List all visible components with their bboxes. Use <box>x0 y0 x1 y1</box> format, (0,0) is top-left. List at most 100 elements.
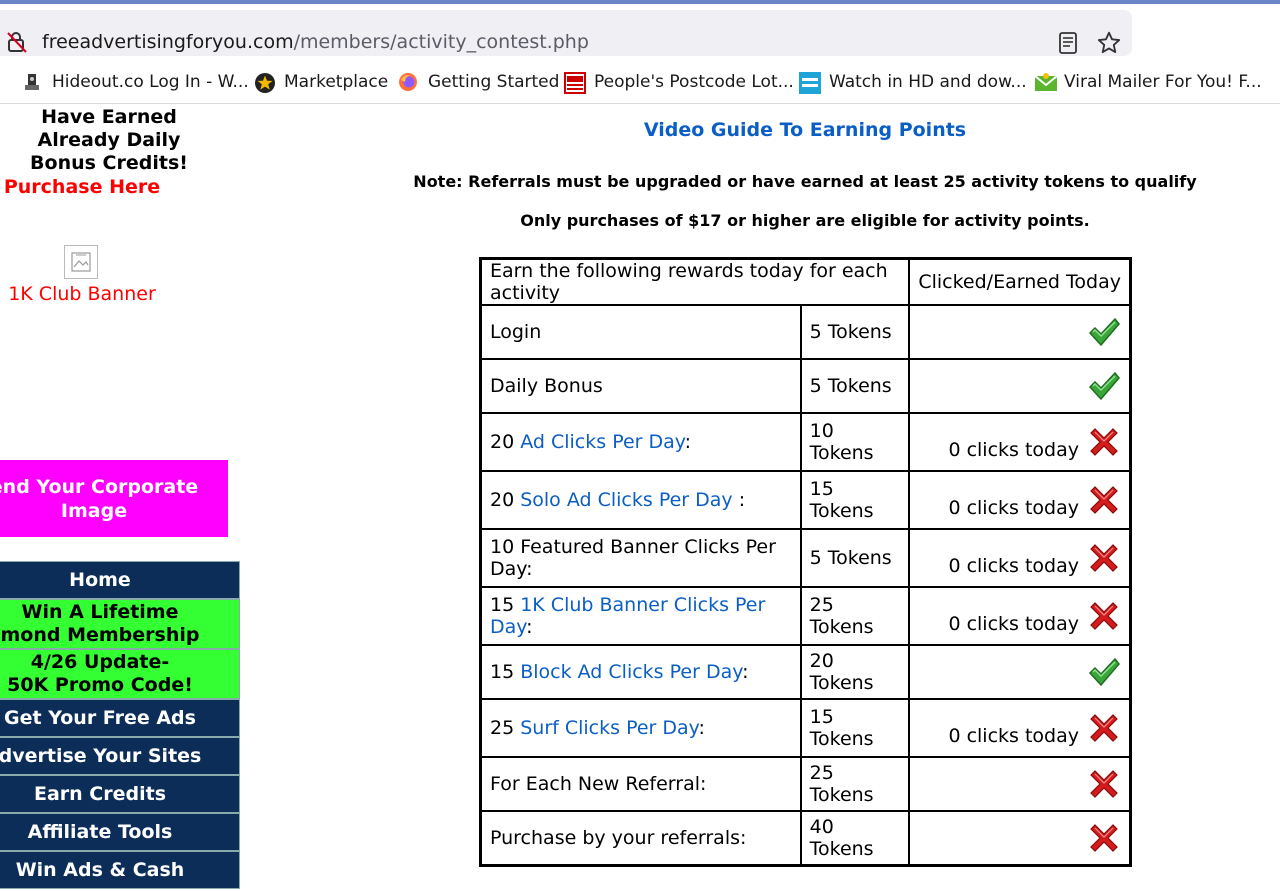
table-row: Daily Bonus 5 Tokens <box>479 358 1132 414</box>
cross-icon <box>1087 599 1121 633</box>
activity-cell: 10 Featured Banner Clicks Per Day: <box>479 528 802 588</box>
reward-cell: 40 Tokens <box>799 810 911 866</box>
bookmark-label: People's Postcode Lot... <box>594 72 794 92</box>
menu-item[interactable]: Home <box>0 561 240 599</box>
bookmark-hideout[interactable]: Hideout.co Log In - W... <box>22 70 249 94</box>
activity-text: 10 Featured Banner Clicks Per Day: <box>490 536 776 580</box>
activity-suffix: : <box>684 431 692 453</box>
cross-icon <box>1087 483 1121 517</box>
bookmark-postcode-lottery[interactable]: People's Postcode Lot... <box>564 70 794 94</box>
activity-link[interactable]: Solo Ad Clicks Per Day <box>520 489 732 511</box>
toolbar-divider <box>0 103 1280 104</box>
status-cell <box>908 756 1132 812</box>
reward-cell: 5 Tokens <box>799 358 911 414</box>
status-wrapper <box>918 767 1121 801</box>
bookmark-label: Getting Started <box>428 72 560 92</box>
status-cell: 0 clicks today <box>908 470 1132 530</box>
status-wrapper: 0 clicks today <box>918 709 1121 747</box>
activity-text: 15 <box>490 594 521 616</box>
url-domain: freeadvertisingforyou.com <box>42 31 294 53</box>
activity-cell: Daily Bonus <box>479 358 802 414</box>
activity-text: 25 <box>490 717 521 739</box>
status-cell <box>908 644 1132 700</box>
video-guide-link[interactable]: Video Guide To Earning Points <box>480 119 1130 141</box>
status-cell: 0 clicks today <box>908 412 1132 472</box>
header-status: Clicked/Earned Today <box>908 257 1132 306</box>
broken-image-icon[interactable] <box>64 245 98 279</box>
checkmark-icon <box>1087 369 1121 403</box>
activity-suffix: : <box>742 661 749 683</box>
firefox-icon <box>398 72 418 92</box>
corporate-image-banner[interactable]: end Your Corporate Image <box>0 460 228 537</box>
reward-cell: 5 Tokens <box>799 528 911 588</box>
address-bar[interactable]: freeadvertisingforyou.com/members/activi… <box>0 10 1132 56</box>
activity-text: 15 <box>490 661 521 683</box>
menu-item-label: Win Ads & Cash <box>15 858 185 881</box>
sidebar-menu: Home Win A Lifetime mond Membership 4/26 Up… <box>0 561 242 889</box>
status-wrapper <box>918 315 1121 349</box>
table-row: 25 Surf Clicks Per Day: 15 Tokens 0 clicks… <box>479 698 1132 758</box>
bookmark-label: Hideout.co Log In - W... <box>52 72 249 92</box>
menu-item[interactable]: Get Your Free Ads <box>0 699 240 737</box>
menu-item[interactable]: 4/26 Update- 50K Promo Code! <box>0 649 240 699</box>
activity-suffix: : <box>526 616 533 638</box>
referral-note: Note: Referrals must be upgraded or have… <box>413 172 1197 191</box>
activity-link[interactable]: Block Ad Clicks Per Day <box>520 661 742 683</box>
header-activity: Earn the following rewards today for eac… <box>479 257 911 306</box>
status-wrapper <box>918 369 1121 403</box>
activity-link[interactable]: Ad Clicks Per Day <box>520 431 684 453</box>
bookmark-viral-mailer[interactable]: Viral Mailer For You! F... <box>1034 70 1262 94</box>
menu-item-label: mond Membership <box>0 624 200 646</box>
status-wrapper: 0 clicks today <box>918 597 1121 635</box>
status-wrapper <box>918 655 1121 689</box>
cross-icon <box>1087 425 1121 459</box>
menu-item-label: dvertise Your Sites <box>0 744 202 767</box>
cross-icon <box>1087 767 1121 801</box>
status-cell <box>908 304 1132 360</box>
status-cell <box>908 358 1132 414</box>
clicks-today-text: 0 clicks today <box>948 613 1079 635</box>
activity-link[interactable]: Surf Clicks Per Day <box>520 717 698 739</box>
checkmark-icon <box>1087 315 1121 349</box>
menu-item[interactable]: dvertise Your Sites <box>0 737 240 775</box>
checkmark-icon <box>1087 655 1121 689</box>
menu-item-label: Win A Lifetime <box>21 601 179 623</box>
menu-item-label: Earn Credits <box>33 782 167 805</box>
bookmark-star-icon[interactable] <box>1096 30 1122 56</box>
rewards-table: Earn the following rewards today for eac… <box>479 257 1132 867</box>
insecure-lock-icon[interactable] <box>6 30 28 54</box>
menu-item[interactable]: Earn Credits <box>0 775 240 813</box>
menu-item[interactable]: Win A Lifetime mond Membership <box>0 599 240 649</box>
cross-icon <box>1087 711 1121 745</box>
menu-item[interactable]: Affiliate Tools <box>0 813 240 851</box>
activity-suffix: : <box>698 717 705 739</box>
activity-cell: Purchase by your referrals: <box>479 810 802 866</box>
clicks-today-text: 0 clicks today <box>948 439 1079 461</box>
menu-item-label: Affiliate Tools <box>27 820 173 843</box>
status-cell <box>908 810 1132 866</box>
table-row: 20 Ad Clicks Per Day: 10 Tokens 0 clicks t… <box>479 412 1132 472</box>
bookmark-eros-now[interactable]: Watch in HD and dow... <box>799 70 1027 94</box>
status-wrapper: 0 clicks today <box>918 423 1121 461</box>
table-header-row: Earn the following rewards today for eac… <box>479 257 1132 306</box>
reader-view-icon[interactable] <box>1058 32 1078 54</box>
hideout-icon <box>22 72 42 92</box>
table-row: 15 Block Ad Clicks Per Day: 20 Tokens <box>479 644 1132 700</box>
bookmarks-toolbar: Hideout.co Log In - W... Marketplace Get… <box>0 62 1280 102</box>
bookmark-marketplace[interactable]: Marketplace <box>254 70 388 94</box>
reward-cell: 25 Tokens <box>799 756 911 812</box>
menu-item[interactable]: Win Ads & Cash <box>0 851 240 889</box>
club-banner-link[interactable]: 1K Club Banner <box>0 283 164 305</box>
url-text[interactable]: freeadvertisingforyou.com/members/activi… <box>42 31 589 53</box>
clicks-today-text: 0 clicks today <box>948 555 1079 577</box>
bookmark-getting-started[interactable]: Getting Started <box>398 70 559 94</box>
table-row: For Each New Referral: 25 Tokens <box>479 756 1132 812</box>
status-cell: 0 clicks today <box>908 528 1132 588</box>
status-wrapper: 0 clicks today <box>918 539 1121 577</box>
table-row: Login 5 Tokens <box>479 304 1132 360</box>
menu-item-label: Get Your Free Ads <box>4 706 196 729</box>
purchase-link[interactable]: Purchase Here <box>0 176 164 198</box>
daily-bonus-message: Have Earned Already Daily Bonus Credits! <box>30 106 188 174</box>
reward-cell: 20 Tokens <box>799 644 911 700</box>
cross-icon <box>1087 541 1121 575</box>
